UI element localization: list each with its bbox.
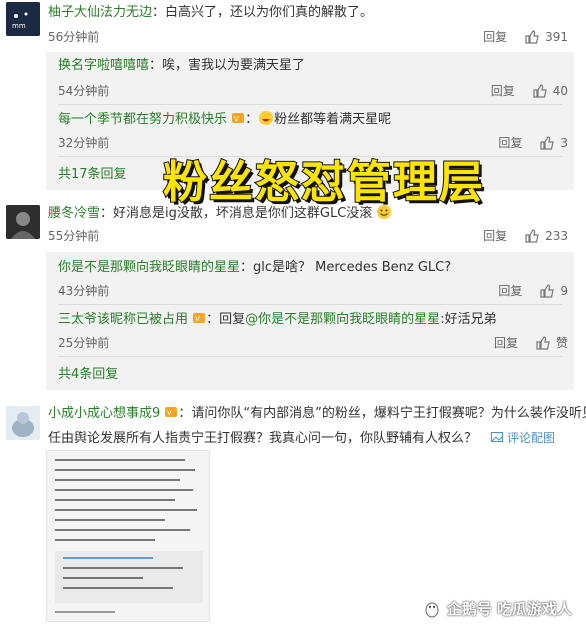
svg-text:V: V — [234, 115, 239, 123]
comment-actions: 回复 233 — [483, 227, 568, 245]
sub-reply-actions: 回复 40 — [491, 82, 568, 100]
penguin-logo-icon — [425, 602, 439, 617]
sub-reply-actions: 回复 3 — [498, 134, 568, 152]
like-count: 233 — [545, 229, 568, 243]
comment-body: 任由舆论发展所有人指责宁王打假赛？我真心问一句，你队野辅有人权么？ — [48, 431, 478, 446]
review-image-label: 评论配图 — [506, 431, 555, 445]
sub-reply-actions: 回复 赞 — [494, 334, 568, 352]
username-link[interactable]: 你是不是那颗向我眨眼睛的星星 — [58, 260, 240, 275]
reply-button[interactable]: 回复 — [483, 28, 507, 46]
reply-button[interactable]: 回复 — [491, 82, 515, 100]
like-button[interactable]: 赞 — [536, 334, 568, 352]
svg-text:V: V — [195, 315, 200, 323]
username-link[interactable]: 柚子大仙法力无边 — [48, 5, 152, 20]
sub-reply-body: ：glc是啥？ Mercedes Benz GLC? — [240, 260, 452, 275]
like-button[interactable]: 233 — [525, 227, 568, 245]
timestamp: 32分钟前 — [58, 136, 110, 150]
sub-reply-body: 粉丝都等着满天星呢 — [274, 112, 392, 127]
like-count: 40 — [552, 84, 568, 98]
comment-body: ：白高兴了，还以为你们真的解散了。 — [152, 5, 374, 20]
divider — [58, 104, 562, 105]
divider — [58, 356, 562, 357]
like-count: 9 — [560, 284, 568, 298]
divider — [58, 304, 562, 305]
vip-badge-icon: V — [193, 313, 206, 323]
reply-button[interactable]: 回复 — [483, 227, 507, 245]
thumb-up-icon — [533, 84, 547, 98]
vip-badge-icon: V — [165, 407, 178, 417]
username-link[interactable]: 每一个季节都在努力积极快乐 — [58, 112, 227, 127]
timestamp: 54分钟前 — [58, 84, 110, 98]
more-replies-link[interactable]: 共17条回复 — [58, 166, 127, 184]
svg-text:V: V — [167, 409, 172, 417]
reply-button[interactable]: 回复 — [494, 334, 518, 352]
thumb-up-icon — [536, 336, 550, 350]
username-link[interactable]: 三太爷该昵称已被占用 — [58, 312, 188, 327]
comment-text: 小成小成心想事成9 V ：请问你队“有内部消息”的粉丝，爆料宁王打假赛呢？为什么装… — [48, 404, 586, 424]
username-link[interactable]: 腰冬冷雪 — [48, 206, 100, 221]
avatar[interactable] — [6, 406, 40, 440]
overlay-title: 粉丝怒怼管理层 — [162, 156, 485, 209]
timestamp: 55分钟前 — [48, 229, 100, 243]
avatar[interactable]: mm — [6, 2, 40, 36]
svg-text:mm: mm — [12, 22, 26, 30]
like-button[interactable]: 3 — [540, 134, 568, 152]
more-replies-link[interactable]: 共4条回复 — [58, 366, 118, 384]
thumb-up-icon — [540, 136, 555, 150]
thumb-up-icon — [525, 30, 539, 44]
like-button[interactable]: 391 — [525, 28, 568, 46]
watermark-text: 企鹅号 吃瓜游戏人 — [446, 600, 572, 618]
username-link[interactable]: 小成小成心想事成9 — [48, 406, 160, 421]
reply-button[interactable]: 回复 — [498, 282, 522, 300]
sub-reply-text: 你是不是那颗向我眨眼睛的星星：glc是啥？ Mercedes Benz GLC? — [58, 258, 451, 278]
sub-reply-box: 你是不是那颗向我眨眼睛的星星：glc是啥？ Mercedes Benz GLC?… — [46, 252, 574, 390]
timestamp: 25分钟前 — [58, 336, 110, 350]
sub-reply-text: 每一个季节都在努力积极快乐 V：粉丝都等着满天星呢 — [58, 111, 392, 127]
mention-link[interactable]: @你是不是那颗向我眨眼睛的星星 — [245, 312, 440, 327]
sub-reply-body-end: :好活兄弟 — [440, 312, 497, 327]
sub-reply-body: ：唉，害我以为要满天星了 — [149, 58, 306, 73]
comment-text-2: 任由舆论发展所有人指责宁王打假赛？我真心问一句，你队野辅有人权么？ 评论配图 — [48, 428, 555, 449]
like-button[interactable]: 9 — [540, 282, 568, 300]
laughing-emoji-icon — [259, 111, 274, 125]
like-count: 391 — [545, 30, 568, 44]
sub-reply-text: 三太爷该昵称已被占用 V ：回复@你是不是那颗向我眨眼睛的星星:好活兄弟 — [58, 310, 497, 330]
sub-reply-actions: 回复 9 — [498, 282, 568, 300]
timestamp: 56分钟前 — [48, 30, 100, 44]
image-icon — [491, 432, 504, 442]
comment-actions: 回复 391 — [483, 28, 568, 46]
comment-image[interactable] — [46, 450, 210, 622]
watermark: 企鹅号 吃瓜游戏人 — [423, 598, 572, 619]
like-count: 3 — [560, 136, 568, 150]
like-count: 赞 — [555, 336, 568, 350]
timestamp: 43分钟前 — [58, 284, 110, 298]
thumb-up-icon — [540, 284, 555, 298]
like-button[interactable]: 40 — [533, 82, 568, 100]
sub-reply-body: ：回复 — [206, 312, 246, 327]
sub-reply-text: 换名字啦嘻嘻嘻：唉，害我以为要满天星了 — [58, 56, 305, 76]
vip-badge-icon: V — [232, 113, 245, 123]
reply-button[interactable]: 回复 — [498, 134, 522, 152]
comment-body: ：请问你队“有内部消息”的粉丝，爆料宁王打假赛呢？为什么装作没听见？ — [178, 406, 586, 421]
review-image-link[interactable]: 评论配图 — [491, 431, 555, 445]
thumb-up-icon — [525, 229, 539, 243]
comment-text: 柚子大仙法力无边：白高兴了，还以为你们真的解散了。 — [48, 3, 373, 23]
avatar[interactable] — [6, 205, 40, 239]
username-link[interactable]: 换名字啦嘻嘻嘻 — [58, 58, 149, 73]
